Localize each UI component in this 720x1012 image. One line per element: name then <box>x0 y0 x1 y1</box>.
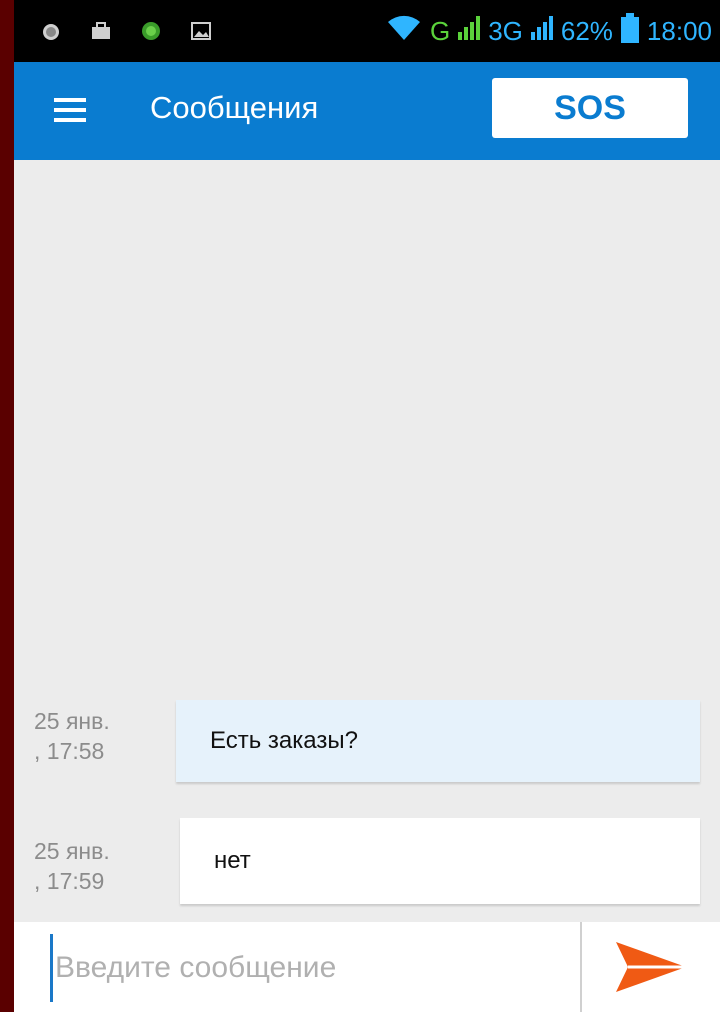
signal-icon <box>458 15 481 47</box>
wifi-icon <box>386 14 422 49</box>
compose-bar <box>14 922 720 1012</box>
message-text: Есть заказы? <box>210 727 358 754</box>
message-list: 25 янв. , 17:58 Есть заказы? 25 янв. , 1… <box>14 160 720 922</box>
page-title: Сообщения <box>150 90 319 125</box>
message-timestamp: 25 янв. , 17:58 <box>34 708 110 764</box>
message-timestamp: 25 янв. , 17:59 <box>34 838 110 894</box>
gallery-icon <box>190 20 212 42</box>
app-bar: Сообщения SOS <box>14 62 720 160</box>
send-button[interactable] <box>610 936 690 998</box>
clock: 18:00 <box>646 15 712 46</box>
menu-icon[interactable] <box>54 98 86 122</box>
battery-icon <box>620 12 639 50</box>
briefcase-icon <box>90 20 112 42</box>
battery-percent: 62% <box>560 15 613 46</box>
status-bar: G 3G 62% 18:00 <box>14 0 720 62</box>
alarm-icon <box>40 20 62 42</box>
message-text: нет <box>214 847 251 874</box>
network-type: G <box>429 15 451 46</box>
app-icon <box>140 20 162 42</box>
message-bubble-received[interactable]: нет <box>180 818 700 904</box>
send-icon <box>616 942 686 992</box>
message-bubble-sent[interactable]: Есть заказы? <box>176 700 700 782</box>
sos-button[interactable]: SOS <box>492 78 688 138</box>
divider <box>580 922 582 1012</box>
signal-icon-2 <box>530 15 553 47</box>
network-type-2: 3G <box>488 15 523 46</box>
message-input[interactable] <box>50 934 557 1002</box>
